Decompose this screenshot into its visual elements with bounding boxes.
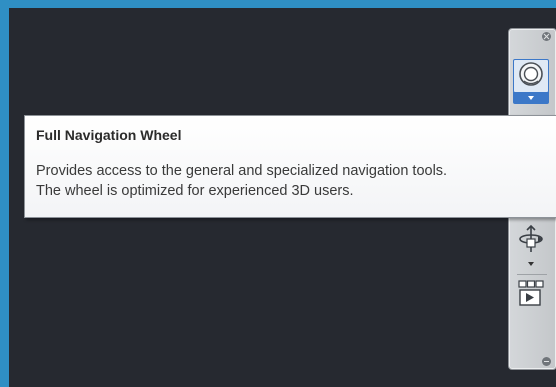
full-navigation-wheel-icon bbox=[518, 61, 544, 91]
navbar-options-icon[interactable] bbox=[542, 357, 551, 366]
close-icon[interactable] bbox=[542, 32, 551, 41]
navbar-separator bbox=[517, 274, 547, 275]
showmotion-icon bbox=[517, 279, 545, 313]
chevron-down-icon bbox=[528, 262, 534, 266]
chevron-down-icon bbox=[528, 96, 534, 100]
orbit-icon bbox=[518, 224, 544, 258]
showmotion-button[interactable] bbox=[513, 280, 549, 312]
tooltip: Full Navigation Wheel Provides access to… bbox=[24, 115, 556, 218]
orbit-dropdown[interactable] bbox=[513, 258, 549, 270]
full-navigation-wheel-dropdown[interactable] bbox=[513, 92, 549, 104]
full-navigation-wheel-button[interactable] bbox=[513, 59, 549, 93]
tooltip-title: Full Navigation Wheel bbox=[36, 127, 182, 143]
tooltip-description-line-1: Provides access to the general and speci… bbox=[36, 163, 448, 179]
orbit-button[interactable] bbox=[513, 224, 549, 258]
tooltip-description-line-2: The wheel is optimized for experienced 3… bbox=[36, 183, 354, 199]
